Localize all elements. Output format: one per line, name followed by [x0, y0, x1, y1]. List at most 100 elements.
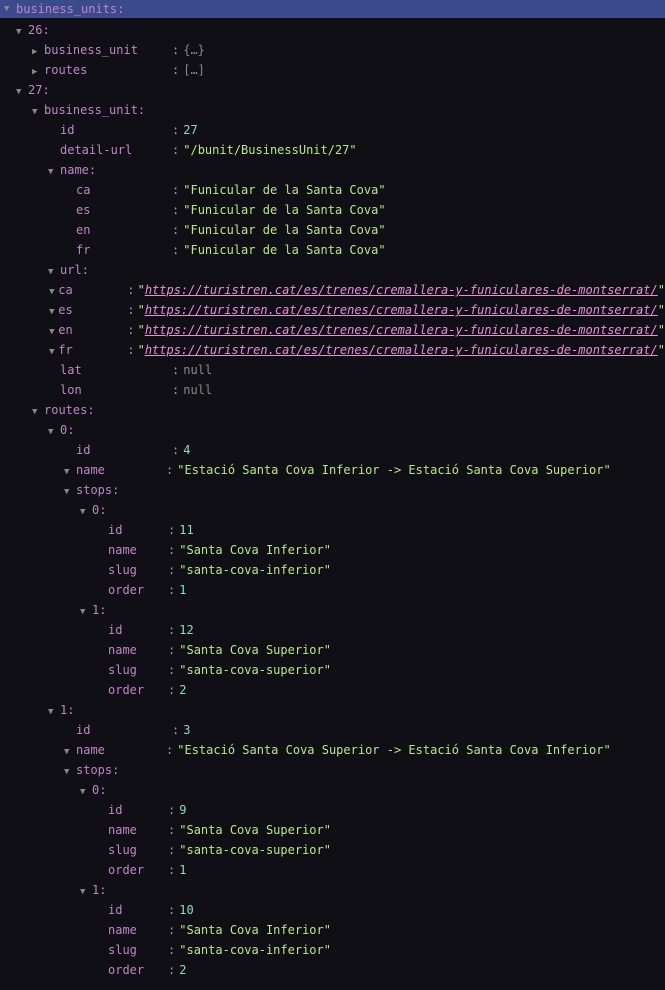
url-link[interactable]: https://turistren.cat/es/trenes/cremalle…	[145, 300, 658, 320]
node-r0-s0-name[interactable]: name: "Santa Cova Inferior"	[0, 540, 665, 560]
node-r0-s0-slug[interactable]: slug: "santa-cova-inferior"	[0, 560, 665, 580]
node-r0-s1[interactable]: 1:	[0, 600, 665, 620]
key: name	[108, 640, 168, 660]
chevron-down-icon[interactable]	[80, 782, 92, 802]
key: detail-url	[60, 140, 172, 160]
chevron-down-icon[interactable]	[64, 762, 76, 782]
node-26-routes[interactable]: routes: […]	[0, 60, 665, 80]
node-27-bu-url[interactable]: url:	[0, 260, 665, 280]
node-name-en[interactable]: en: "Funicular de la Santa Cova"	[0, 220, 665, 240]
value: 1	[179, 860, 186, 880]
key: fr	[76, 240, 172, 260]
node-r1-s1-order[interactable]: order: 2	[0, 960, 665, 980]
chevron-down-icon[interactable]	[48, 702, 60, 722]
node-r0-s0-order[interactable]: order: 1	[0, 580, 665, 600]
chevron-down-icon[interactable]	[49, 342, 58, 362]
key: routes	[44, 400, 87, 420]
chevron-down-icon[interactable]	[64, 462, 76, 482]
node-name-es[interactable]: es: "Funicular de la Santa Cova"	[0, 200, 665, 220]
node-r0-s1-order[interactable]: order: 2	[0, 680, 665, 700]
value: Funicular de la Santa Cova	[190, 220, 378, 240]
url-link[interactable]: https://turistren.cat/es/trenes/cremalle…	[145, 340, 658, 360]
node-r1-s1-slug[interactable]: slug: "santa-cova-inferior"	[0, 940, 665, 960]
chevron-down-icon[interactable]	[80, 602, 92, 622]
node-27[interactable]: 27:	[0, 80, 665, 100]
chevron-down-icon[interactable]	[48, 262, 60, 282]
chevron-down-icon[interactable]	[80, 882, 92, 902]
node-route-1[interactable]: 1:	[0, 700, 665, 720]
node-27-routes[interactable]: routes:	[0, 400, 665, 420]
chevron-down-icon[interactable]	[48, 422, 60, 442]
chevron-right-icon[interactable]	[32, 42, 44, 62]
key: 1	[60, 700, 67, 720]
node-url-en[interactable]: en: "https://turistren.cat/es/trenes/cre…	[0, 320, 665, 340]
node-r0-s1-slug[interactable]: slug: "santa-cova-superior"	[0, 660, 665, 680]
chevron-down-icon[interactable]	[64, 742, 76, 762]
node-r1-s1-id[interactable]: id: 10	[0, 900, 665, 920]
key: slug	[108, 840, 168, 860]
chevron-down-icon[interactable]	[16, 82, 28, 102]
key: order	[108, 960, 168, 980]
node-26[interactable]: 26:	[0, 20, 665, 40]
chevron-down-icon[interactable]	[16, 22, 28, 42]
node-27-bu-id[interactable]: id: 27	[0, 120, 665, 140]
url-link[interactable]: https://turistren.cat/es/trenes/cremalle…	[145, 320, 658, 340]
node-r1-s1[interactable]: 1:	[0, 880, 665, 900]
chevron-right-icon[interactable]	[32, 62, 44, 82]
value: null	[183, 360, 212, 380]
tree: 26: business_unit: {…} routes: […] 27: b…	[0, 18, 665, 990]
node-route-1-id[interactable]: id: 3	[0, 720, 665, 740]
node-r1-s0-order[interactable]: order: 1	[0, 860, 665, 880]
node-lat[interactable]: lat: null	[0, 360, 665, 380]
node-route-1-name[interactable]: name: "Estació Santa Cova Superior -> Es…	[0, 740, 665, 760]
node-name-fr[interactable]: fr: "Funicular de la Santa Cova"	[0, 240, 665, 260]
node-route-1-stops[interactable]: stops:	[0, 760, 665, 780]
chevron-down-icon[interactable]	[32, 102, 44, 122]
node-url-fr[interactable]: fr: "https://turistren.cat/es/trenes/cre…	[0, 340, 665, 360]
chevron-down-icon[interactable]	[80, 502, 92, 522]
chevron-down-icon[interactable]	[48, 162, 60, 182]
node-r1-s0-slug[interactable]: slug: "santa-cova-superior"	[0, 840, 665, 860]
key: ca	[58, 280, 127, 300]
key: stops	[76, 480, 112, 500]
url-link[interactable]: https://turistren.cat/es/trenes/cremalle…	[145, 280, 658, 300]
chevron-down-icon[interactable]	[49, 282, 58, 302]
node-27-bu-detail-url[interactable]: detail-url: "/bunit/BusinessUnit/27"	[0, 140, 665, 160]
node-lon[interactable]: lon: null	[0, 380, 665, 400]
chevron-down-icon[interactable]	[32, 402, 44, 422]
node-r1-s0-id[interactable]: id: 9	[0, 800, 665, 820]
value: Funicular de la Santa Cova	[190, 180, 378, 200]
key: 0	[60, 420, 67, 440]
node-r0-s1-name[interactable]: name: "Santa Cova Superior"	[0, 640, 665, 660]
node-r1-s0[interactable]: 0:	[0, 780, 665, 800]
value: Santa Cova Superior	[186, 820, 323, 840]
node-26-bu[interactable]: business_unit: {…}	[0, 40, 665, 60]
value: santa-cova-inferior	[186, 560, 323, 580]
key: name	[108, 920, 168, 940]
node-r0-s1-id[interactable]: id: 12	[0, 620, 665, 640]
chevron-down-icon[interactable]	[4, 0, 16, 18]
key: order	[108, 860, 168, 880]
node-url-ca[interactable]: ca: "https://turistren.cat/es/trenes/cre…	[0, 280, 665, 300]
node-r1-s1-name[interactable]: name: "Santa Cova Inferior"	[0, 920, 665, 940]
node-27-bu[interactable]: business_unit:	[0, 100, 665, 120]
node-r0-s0[interactable]: 0:	[0, 500, 665, 520]
node-route-0[interactable]: 0:	[0, 420, 665, 440]
chevron-down-icon[interactable]	[64, 482, 76, 502]
node-name-ca[interactable]: ca: "Funicular de la Santa Cova"	[0, 180, 665, 200]
key: id	[108, 620, 168, 640]
key: en	[58, 320, 127, 340]
value: Funicular de la Santa Cova	[190, 200, 378, 220]
node-route-0-name[interactable]: name: "Estació Santa Cova Inferior -> Es…	[0, 460, 665, 480]
node-route-0-id[interactable]: id: 4	[0, 440, 665, 460]
key: es	[76, 200, 172, 220]
root-row[interactable]: business_units:	[0, 0, 665, 18]
node-url-es[interactable]: es: "https://turistren.cat/es/trenes/cre…	[0, 300, 665, 320]
node-route-0-stops[interactable]: stops:	[0, 480, 665, 500]
node-r1-s0-name[interactable]: name: "Santa Cova Superior"	[0, 820, 665, 840]
key: 1	[92, 600, 99, 620]
chevron-down-icon[interactable]	[49, 322, 58, 342]
node-r0-s0-id[interactable]: id: 11	[0, 520, 665, 540]
chevron-down-icon[interactable]	[49, 302, 58, 322]
node-27-bu-name[interactable]: name:	[0, 160, 665, 180]
